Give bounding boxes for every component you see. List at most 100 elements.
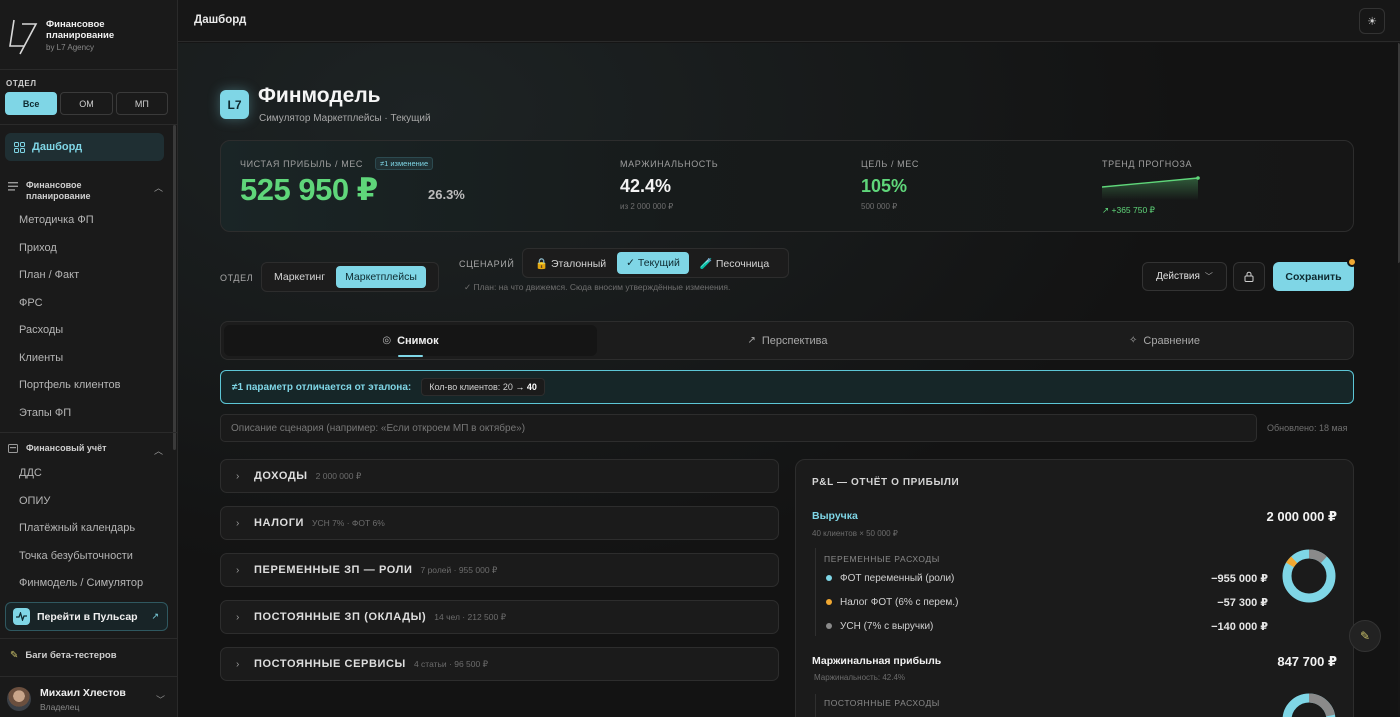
topbar: Дашборд ☀ bbox=[178, 0, 1400, 42]
diff-banner: ≠1 параметр отличается от эталона: Кол-в… bbox=[220, 370, 1354, 404]
changes-badge[interactable]: ≠1 изменение bbox=[375, 157, 434, 170]
sidebar-item-clients[interactable]: Клиенты bbox=[19, 352, 63, 364]
beta-bugs-link[interactable]: ✎ Баги бета-тестеров bbox=[10, 650, 117, 661]
divider bbox=[0, 432, 178, 433]
diff-text: ≠1 параметр отличается от эталона: bbox=[232, 381, 412, 393]
unsaved-indicator bbox=[1347, 257, 1357, 267]
bug-report-fab[interactable]: ✎ bbox=[1349, 620, 1381, 652]
section-fixed-salaries[interactable]: › ПОСТОЯННЫЕ ЗП (ОКЛАДЫ) 14 чел · 212 50… bbox=[220, 600, 779, 634]
pulse-icon bbox=[13, 608, 30, 625]
user-role: Владелец bbox=[40, 702, 80, 712]
scenario-sandbox-option[interactable]: 🧪 Песочница bbox=[691, 252, 778, 274]
actions-dropdown[interactable]: Действия ﹀ bbox=[1142, 262, 1227, 291]
sidebar-item-frs[interactable]: ФРС bbox=[19, 297, 43, 309]
variable-expenses-donut bbox=[1282, 549, 1336, 603]
trend-sparkline bbox=[1102, 176, 1200, 200]
department-all-button[interactable]: Все bbox=[5, 92, 58, 115]
tab-label: Сравнение bbox=[1143, 334, 1200, 347]
user-menu[interactable]: Михаил Хлестов Владелец ﹀ bbox=[7, 685, 167, 715]
sidebar-item-payment-calendar[interactable]: Платёжный календарь bbox=[19, 522, 135, 534]
diff-chip-label: Кол-во клиентов: bbox=[429, 382, 501, 392]
sun-icon: ☀ bbox=[1367, 15, 1377, 28]
dept-switch: Маркетинг Маркетплейсы bbox=[261, 262, 439, 292]
brand[interactable]: Финансовое планирование by L7 Agency bbox=[8, 16, 168, 58]
sidebar-item-methodology[interactable]: Методичка ФП bbox=[19, 214, 94, 226]
avatar bbox=[7, 687, 31, 711]
tab-snapshot[interactable]: ◎ Снимок bbox=[224, 325, 597, 356]
expense-label: УСН (7% с выручки) bbox=[840, 620, 934, 632]
divider bbox=[0, 676, 178, 677]
sidebar-item-opiu[interactable]: ОПИУ bbox=[19, 495, 50, 507]
section-title: ДОХОДЫ bbox=[254, 470, 308, 482]
scenario-description-input[interactable]: Описание сценария (например: «Если откро… bbox=[220, 414, 1257, 442]
margin-sub: из 2 000 000 ₽ bbox=[620, 202, 674, 211]
kpi-card: ЧИСТАЯ ПРИБЫЛЬ / МЕС ≠1 изменение 525 95… bbox=[220, 140, 1354, 232]
external-link-icon: ↗ bbox=[151, 611, 159, 621]
list-icon bbox=[8, 182, 18, 191]
section-meta: 14 чел · 212 500 ₽ bbox=[434, 611, 506, 622]
pl-report-card: P&L — ОТЧЁТ О ПРИБЫЛИ Выручка 40 клиенто… bbox=[795, 459, 1354, 717]
sidebar-item-fp-stages[interactable]: Этапы ФП bbox=[19, 407, 71, 419]
sidebar-item-expenses[interactable]: Расходы bbox=[19, 324, 63, 336]
save-button[interactable]: Сохранить bbox=[1273, 262, 1354, 291]
goal-label: ЦЕЛЬ / МЕС bbox=[861, 159, 919, 169]
sidebar-item-dashboard[interactable]: Дашборд bbox=[5, 133, 164, 161]
trend-label: ТРЕНД ПРОГНОЗА bbox=[1102, 159, 1193, 169]
sidebar-item-dds[interactable]: ДДС bbox=[19, 467, 42, 479]
sidebar-group-financial-planning[interactable]: Финансовое планирование ︿ bbox=[8, 180, 163, 202]
sidebar-item-plan-fact[interactable]: План / Факт bbox=[19, 269, 79, 281]
page-subtitle: Симулятор Маркетплейсы · Текущий bbox=[259, 113, 431, 124]
section-taxes[interactable]: › НАЛОГИ УСН 7% · ФОТ 6% bbox=[220, 506, 779, 540]
section-income[interactable]: › ДОХОДЫ 2 000 000 ₽ bbox=[220, 459, 779, 493]
dept-marketplaces-option[interactable]: Маркетплейсы bbox=[336, 266, 426, 288]
sidebar-scrollbar[interactable] bbox=[173, 125, 176, 450]
trend-delta: ↗ +365 750 ₽ bbox=[1102, 205, 1155, 216]
section-meta: 2 000 000 ₽ bbox=[315, 470, 362, 481]
section-meta: 4 статьи · 96 500 ₽ bbox=[413, 658, 489, 669]
goal-value: 105% bbox=[861, 176, 908, 196]
sidebar-item-breakeven[interactable]: Точка безубыточности bbox=[19, 550, 133, 562]
variable-expenses-title: ПЕРЕМЕННЫЕ РАСХОДЫ bbox=[824, 554, 940, 564]
scenario-reference-option[interactable]: 🔒 Эталонный bbox=[526, 252, 615, 274]
go-to-pulsar-button[interactable]: Перейти в Пульсар ↗ bbox=[5, 602, 168, 631]
divider bbox=[815, 548, 816, 636]
chevron-down-icon: ﹀ bbox=[1204, 272, 1213, 281]
section-title: ПОСТОЯННЫЕ ЗП (ОКЛАДЫ) bbox=[254, 611, 427, 623]
margin-profit-label: Маржинальная прибыль bbox=[812, 655, 942, 667]
tab-comparison[interactable]: ✧ Сравнение bbox=[978, 325, 1351, 356]
net-profit-label: ЧИСТАЯ ПРИБЫЛЬ / МЕС bbox=[240, 159, 363, 169]
page-title: Финмодель bbox=[258, 84, 381, 107]
dept-marketing-option[interactable]: Маркетинг bbox=[265, 266, 334, 288]
goal-sub: 500 000 ₽ bbox=[861, 202, 898, 211]
revenue-label: Выручка bbox=[812, 510, 858, 522]
tab-label: Перспектива bbox=[761, 334, 828, 347]
finmodel-logo: L7 bbox=[220, 90, 249, 119]
bug-icon: ✎ bbox=[1359, 629, 1371, 643]
section-fixed-services[interactable]: › ПОСТОЯННЫЕ СЕРВИСЫ 4 статьи · 96 500 ₽ bbox=[220, 647, 779, 681]
main-content: L7 Финмодель Симулятор Маркетплейсы · Те… bbox=[178, 43, 1398, 717]
sidebar-item-income[interactable]: Приход bbox=[19, 242, 57, 254]
department-om-button[interactable]: ОМ bbox=[60, 92, 113, 115]
sidebar-group-financial-accounting[interactable]: Финансовый учёт ︿ bbox=[8, 443, 163, 457]
sidebar-item-finmodel[interactable]: Финмодель / Симулятор bbox=[19, 577, 143, 589]
actions-label: Действия bbox=[1156, 271, 1200, 282]
section-title: НАЛОГИ bbox=[254, 517, 305, 529]
chevron-down-icon: ﹀ bbox=[155, 695, 165, 705]
department-mp-button[interactable]: МП bbox=[115, 92, 168, 115]
trend-value: +365 750 ₽ bbox=[1111, 205, 1155, 215]
divider bbox=[815, 694, 816, 717]
diff-chip-to: 40 bbox=[526, 382, 537, 392]
legend-dot bbox=[826, 623, 832, 629]
margin-label: МАРЖИНАЛЬНОСТЬ bbox=[620, 159, 719, 169]
fixed-expenses-donut bbox=[1282, 693, 1336, 717]
section-variable-salaries[interactable]: › ПЕРЕМЕННЫЕ ЗП — РОЛИ 7 ролей · 955 000… bbox=[220, 553, 779, 587]
chevron-up-icon: ︿ bbox=[153, 183, 163, 193]
diff-chip[interactable]: Кол-во клиентов: 20 → 40 bbox=[421, 378, 545, 396]
theme-toggle-button[interactable]: ☀ bbox=[1359, 8, 1385, 34]
revenue-value: 2 000 000 ₽ bbox=[1266, 509, 1338, 524]
diff-chip-from: 20 bbox=[502, 382, 513, 392]
sidebar-item-client-portfolio[interactable]: Портфель клиентов bbox=[19, 379, 121, 391]
scenario-current-option[interactable]: ✓ Текущий bbox=[617, 252, 689, 274]
lock-button[interactable] bbox=[1233, 262, 1265, 291]
tab-perspective[interactable]: ↗ Перспектива bbox=[601, 325, 974, 356]
